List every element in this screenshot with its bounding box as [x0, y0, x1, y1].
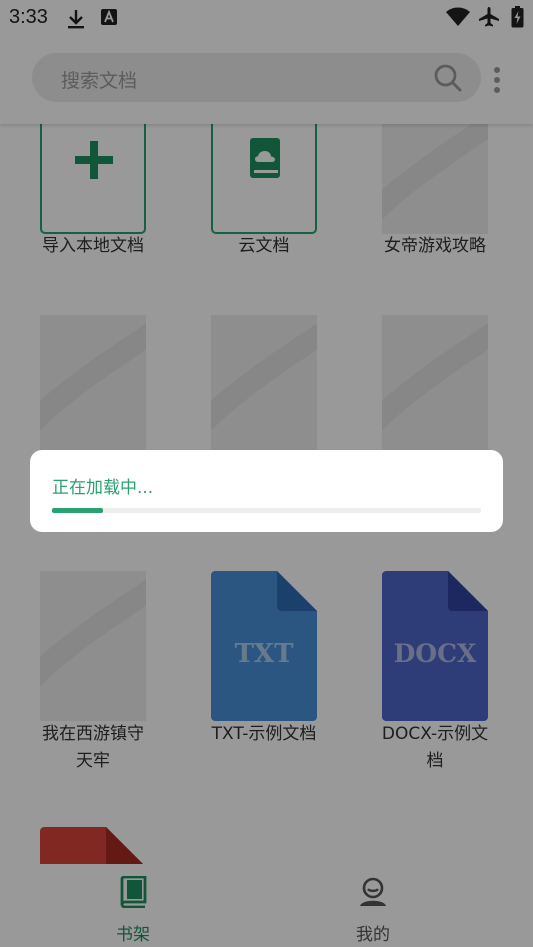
loading-text: 正在加载中... [52, 478, 154, 498]
loading-dialog: 正在加载中... [30, 450, 503, 532]
loading-progress-bar [52, 508, 481, 513]
loading-progress-fill [52, 508, 104, 513]
